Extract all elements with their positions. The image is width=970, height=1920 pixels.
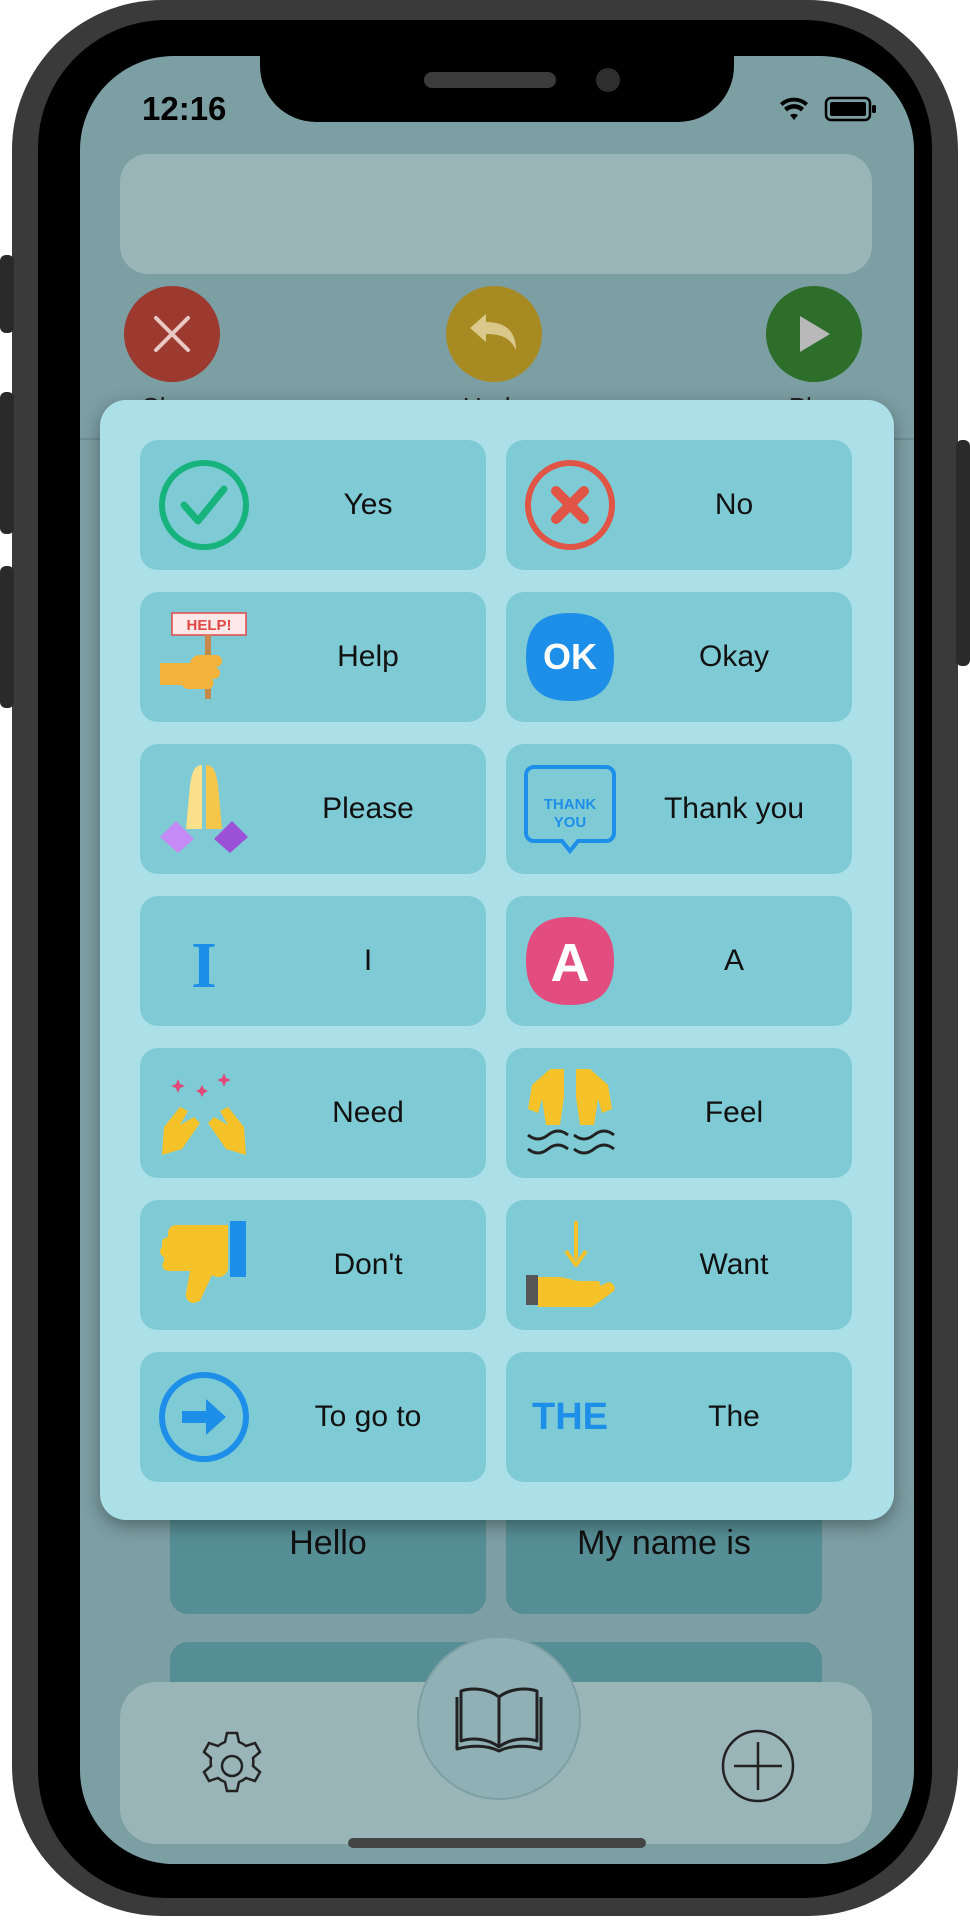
quick-words-popup: Yes No HELP! Help OK Okay Please THANK Y… [100, 400, 894, 1520]
word-tile-i[interactable]: I I [140, 896, 486, 1026]
word-label: Please [322, 792, 414, 825]
play-icon [800, 316, 830, 352]
open-hand-receive-icon [524, 1219, 616, 1311]
battery-icon [824, 96, 876, 122]
x-circle-icon [524, 459, 616, 551]
library-button[interactable] [417, 1636, 581, 1800]
screen: 12:16 Clear [80, 56, 914, 1864]
plus-circle-icon [721, 1729, 795, 1803]
raising-hands-icon [158, 1067, 250, 1159]
status-icons [780, 94, 880, 129]
the-word-icon: THE [524, 1371, 616, 1463]
word-label: Help [337, 640, 399, 673]
volume-up-button [0, 392, 14, 534]
word-tile-a[interactable]: A A [506, 896, 852, 1026]
gear-icon [202, 1731, 262, 1793]
arrow-circle-icon [158, 1371, 250, 1463]
word-label: A [723, 944, 744, 977]
word-label: Thank you [663, 792, 805, 825]
letter-i-text: I [191, 929, 217, 1002]
word-label: Feel [704, 1096, 764, 1129]
hands-feel-icon [524, 1067, 616, 1159]
letter-i-icon: I [158, 915, 250, 1007]
word-tile-yes[interactable]: Yes [140, 440, 486, 570]
word-tile-dont[interactable]: Don't [140, 1200, 486, 1330]
word-label: The [708, 1400, 760, 1433]
word-tile-please[interactable]: Please [140, 744, 486, 874]
status-time: 12:16 [142, 90, 227, 127]
word-label: Want [699, 1248, 769, 1281]
word-label: Don't [333, 1248, 403, 1281]
word-label: Need [332, 1096, 404, 1129]
word-tile-want[interactable]: Want [506, 1200, 852, 1330]
check-circle-icon [158, 459, 250, 551]
wifi-icon [780, 97, 808, 120]
close-icon [154, 316, 190, 352]
word-label: Yes [343, 488, 393, 521]
settings-button[interactable] [192, 1726, 272, 1806]
ok-text: OK [543, 636, 597, 677]
undo-icon [470, 314, 516, 350]
speaker [424, 72, 556, 88]
word-tile-to-go-to[interactable]: To go to [140, 1352, 486, 1482]
undo-button[interactable] [446, 286, 542, 382]
add-button[interactable] [718, 1726, 798, 1806]
word-label: No [714, 488, 754, 521]
word-tile-feel[interactable]: Feel [506, 1048, 852, 1178]
word-tile-no[interactable]: No [506, 440, 852, 570]
praying-hands-icon [158, 763, 250, 855]
notch [260, 56, 734, 122]
word-label: I [363, 944, 373, 977]
home-indicator [348, 1838, 646, 1848]
sentence-bar[interactable] [120, 154, 872, 274]
word-tile-thank-you[interactable]: THANK YOU Thank you [506, 744, 852, 874]
help-sign-icon: HELP! [158, 611, 250, 703]
word-label: Okay [698, 640, 770, 673]
word-tile-the[interactable]: THE The [506, 1352, 852, 1482]
mute-switch [0, 255, 14, 333]
power-button [956, 440, 970, 666]
thumbs-down-icon [158, 1219, 250, 1311]
word-tile-need[interactable]: Need [140, 1048, 486, 1178]
help-sign-text: HELP! [187, 617, 232, 634]
play-button[interactable] [766, 286, 862, 382]
ok-badge-icon: OK [524, 611, 616, 703]
thank-you-bubble-icon: THANK YOU [524, 763, 616, 855]
word-tile-help[interactable]: HELP! Help [140, 592, 486, 722]
camera [596, 68, 620, 92]
letter-a-text: A [551, 933, 590, 993]
word-label: To go to [314, 1400, 422, 1433]
clear-button[interactable] [124, 286, 220, 382]
word-tile-okay[interactable]: OK Okay [506, 592, 852, 722]
volume-down-button [0, 566, 14, 708]
phone-frame: 12:16 Clear [0, 0, 970, 1916]
letter-a-icon: A [524, 915, 616, 1007]
book-icon [455, 1687, 543, 1753]
the-text: THE [532, 1396, 608, 1438]
